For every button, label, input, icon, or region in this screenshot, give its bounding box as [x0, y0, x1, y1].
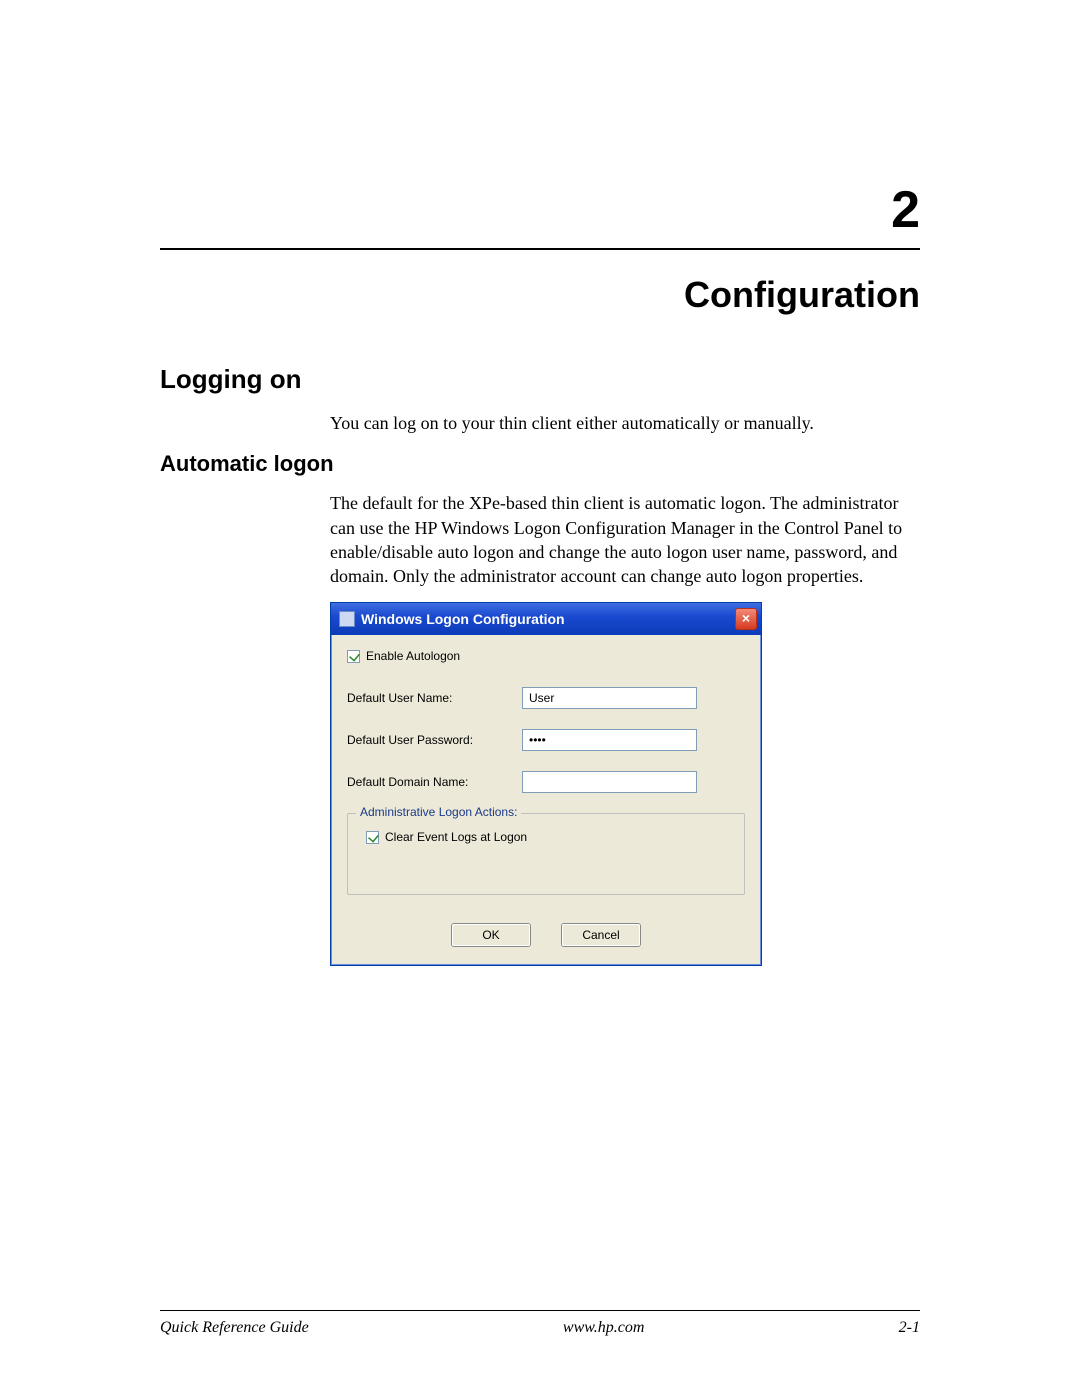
cancel-button[interactable]: Cancel	[561, 923, 641, 947]
chapter-title: Configuration	[160, 274, 920, 316]
enable-autologon-label: Enable Autologon	[366, 649, 460, 663]
domain-input[interactable]	[522, 771, 697, 793]
admin-actions-group: Administrative Logon Actions: Clear Even…	[347, 813, 745, 895]
intro-paragraph: You can log on to your thin client eithe…	[330, 411, 920, 435]
username-input[interactable]	[522, 687, 697, 709]
dialog-app-icon	[339, 611, 355, 627]
chapter-number: 2	[160, 180, 920, 240]
footer-center: www.hp.com	[563, 1319, 644, 1337]
ok-button[interactable]: OK	[451, 923, 531, 947]
enable-autologon-row: Enable Autologon	[347, 649, 745, 663]
automatic-logon-paragraph: The default for the XPe-based thin clien…	[330, 491, 920, 588]
logon-config-dialog: Windows Logon Configuration × Enable Aut…	[330, 602, 762, 966]
dialog-titlebar: Windows Logon Configuration ×	[331, 603, 761, 635]
footer-rule	[160, 1310, 920, 1311]
footer-right: 2-1	[899, 1319, 920, 1337]
admin-actions-group-label: Administrative Logon Actions:	[356, 805, 521, 819]
clear-event-logs-checkbox[interactable]	[366, 831, 379, 844]
domain-label: Default Domain Name:	[347, 775, 522, 789]
footer-left: Quick Reference Guide	[160, 1319, 309, 1337]
password-label: Default User Password:	[347, 733, 522, 747]
enable-autologon-checkbox[interactable]	[347, 650, 360, 663]
username-label: Default User Name:	[347, 691, 522, 705]
password-input[interactable]	[522, 729, 697, 751]
close-icon[interactable]: ×	[735, 608, 757, 630]
section-heading-automatic-logon: Automatic logon	[160, 451, 920, 477]
chapter-rule	[160, 248, 920, 250]
clear-event-logs-label: Clear Event Logs at Logon	[385, 830, 527, 844]
dialog-title: Windows Logon Configuration	[361, 611, 565, 627]
section-heading-logging-on: Logging on	[160, 364, 920, 395]
page-footer: Quick Reference Guide www.hp.com 2-1	[160, 1310, 920, 1337]
